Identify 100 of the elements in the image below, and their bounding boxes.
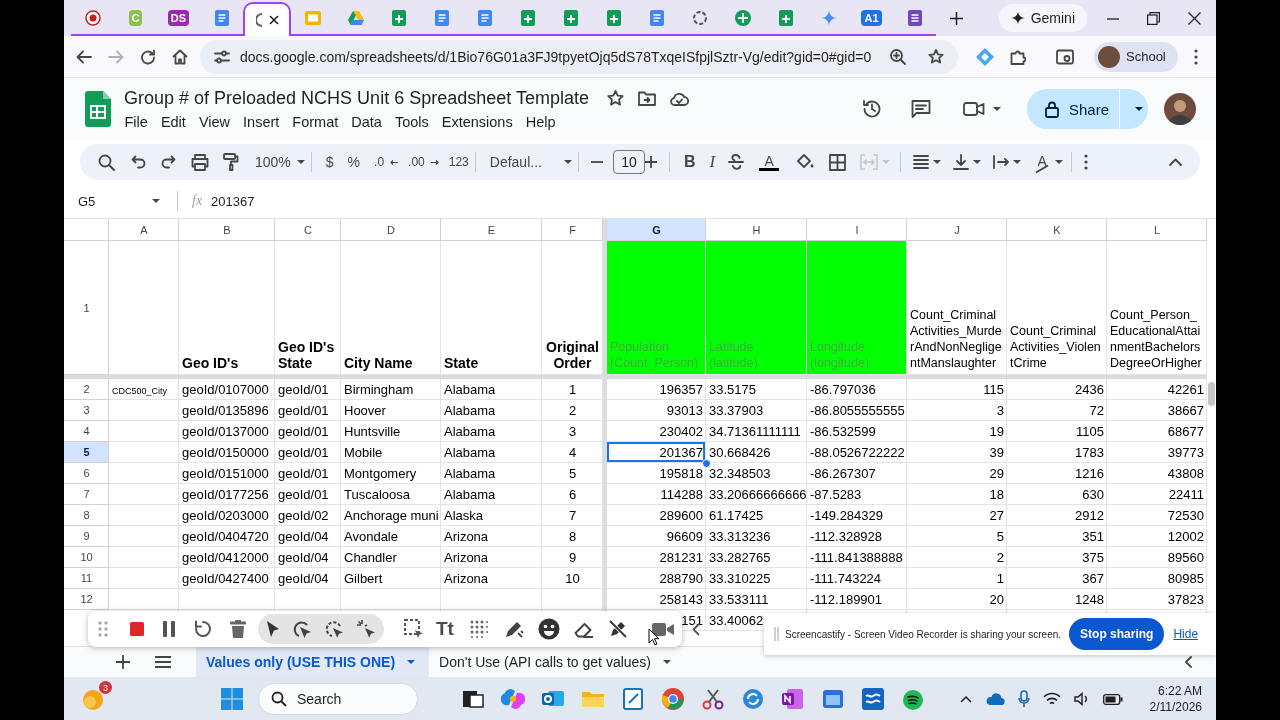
zoom-dropdown[interactable]: 100% [253,154,307,170]
puzzle-icon[interactable] [1010,48,1026,65]
comment-icon[interactable] [911,99,931,119]
column-header[interactable]: L [1107,219,1207,241]
cloud-icon[interactable] [669,91,689,106]
paint-format-icon[interactable] [223,153,239,171]
currency-button[interactable]: $ [323,154,336,170]
column-header[interactable]: K [1007,219,1107,241]
home-icon[interactable] [172,48,188,65]
menu-item[interactable]: Format [285,114,345,130]
plus-icon[interactable] [950,12,963,25]
scrollbar-thumb[interactable] [1208,382,1215,406]
more-icon[interactable] [1084,154,1089,170]
text-color-button[interactable]: A [757,153,782,171]
menu-item[interactable]: Edit [154,114,193,130]
print-icon[interactable] [191,153,209,171]
microphone-icon[interactable] [1017,690,1030,708]
align-icon[interactable] [913,155,930,169]
plus-icon[interactable] [116,655,130,669]
text-wrap-icon[interactable] [993,155,1010,169]
eraser-icon[interactable] [573,620,594,638]
column-header[interactable]: B [179,219,275,241]
menu-item[interactable]: File [118,114,155,130]
cursor-icon[interactable] [266,620,280,638]
star-icon[interactable] [606,90,624,107]
folder-icon[interactable] [637,91,656,106]
pen-off-icon[interactable] [607,619,628,639]
number-format-button[interactable]: 123 [446,155,471,169]
search-icon[interactable] [98,153,115,171]
formula-value[interactable]: 201367 [211,193,255,209]
history-icon[interactable] [862,99,882,119]
vertical-align-icon[interactable] [953,154,970,170]
hide-link[interactable]: Hide [1173,627,1199,641]
menu-item[interactable]: Extensions [435,114,520,130]
chevron-up-icon[interactable] [1169,158,1182,166]
star-icon[interactable] [928,48,944,65]
scissors-icon[interactable] [701,687,725,711]
menu-item[interactable]: Help [519,114,562,130]
strikethrough-icon[interactable] [727,153,746,171]
restart-icon[interactable] [194,620,212,638]
menu-item[interactable]: Insert [236,114,286,130]
tune-icon[interactable] [214,49,230,64]
sheet-list-icon[interactable] [155,656,171,668]
redo-icon[interactable] [161,155,176,169]
stop-sharing-button[interactable]: Stop sharing [1069,618,1165,650]
chevron-left-icon[interactable] [1184,656,1192,668]
clock-date[interactable]: 2/11/2026 [1149,699,1202,715]
font-dropdown[interactable]: Defaul... [487,154,574,170]
caret-icon[interactable] [993,107,1001,111]
row-number[interactable]: 3 [64,400,109,421]
speaker-icon[interactable] [1073,692,1090,706]
share-button[interactable]: Share [1027,89,1148,129]
browser-tab[interactable]: A1 [850,2,893,34]
increase-decimal-button[interactable]: .00 [406,155,441,169]
music-icon[interactable] [901,687,925,711]
wifi-icon[interactable] [1042,692,1061,706]
font-size-field[interactable]: 10 [612,150,645,174]
plus-icon[interactable] [644,156,657,168]
sheet-tab[interactable]: Don't Use (API calls to get values) [429,647,686,677]
address-bar[interactable]: docs.google.com/spreadsheets/d/1Bio76G01a3FJ9tpyetOjq5dS78TxqeISfpjlSztr-Vg/edit?gid=0#gid=0 [200,39,958,74]
reload-icon[interactable] [140,48,156,65]
smiley-icon[interactable] [537,618,560,640]
zoom-icon[interactable] [890,48,906,65]
row-number[interactable]: 7 [64,484,109,505]
cursor-sparkle-icon[interactable] [356,619,376,639]
windows-logo-icon[interactable] [220,687,244,711]
tab-search-icon[interactable] [1056,48,1074,65]
row-number[interactable]: 11 [64,568,109,589]
video-camera-icon[interactable] [651,621,674,637]
dot-grid-icon[interactable] [469,620,488,638]
row-number[interactable]: 10 [64,547,109,568]
browser-tab[interactable]: DS [157,2,200,34]
drag-handle-icon[interactable] [98,621,108,637]
row-number[interactable]: 2 [64,379,109,400]
more-icon[interactable] [1193,48,1198,65]
chevron-up-icon[interactable] [959,695,972,703]
cursor-ring-icon[interactable] [292,619,312,639]
row-number[interactable]: 8 [64,505,109,526]
waves-icon[interactable] [861,687,885,711]
menu-item[interactable]: Data [344,114,389,130]
column-header[interactable]: C [275,219,341,241]
window-icon[interactable] [821,687,845,711]
browser-icon[interactable] [661,687,685,711]
sync-icon[interactable] [741,687,765,711]
gemini-button[interactable]: Gemini [998,4,1087,32]
column-header[interactable]: J [907,219,1007,241]
selection-icon[interactable] [404,619,424,639]
decrease-decimal-button[interactable]: .0 [372,155,401,169]
row-number[interactable]: 6 [64,463,109,484]
column-header[interactable]: D [341,219,441,241]
document-title[interactable]: Group # of Preloaded NCHS Unit 6 Spreadsheet Template [124,88,589,109]
notebook-icon[interactable] [781,687,805,711]
diamond-icon[interactable] [976,47,994,66]
italic-button[interactable]: I [707,152,718,172]
menu-item[interactable]: View [192,114,237,130]
cursor-circle-icon[interactable] [324,619,344,639]
minus-icon[interactable] [590,161,603,163]
cloud-icon[interactable] [984,692,1005,706]
undo-icon[interactable] [131,155,146,169]
trash-icon[interactable] [230,620,246,638]
